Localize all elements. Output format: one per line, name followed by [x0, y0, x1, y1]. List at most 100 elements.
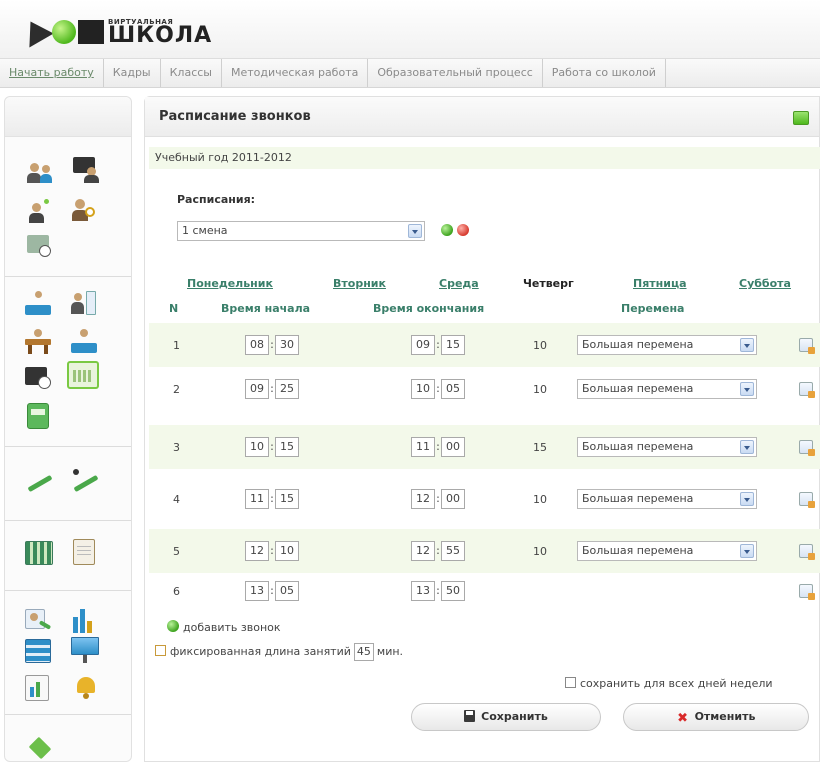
schedule-table-icon[interactable]: [25, 639, 53, 665]
start-time-field: 11:15: [245, 489, 299, 509]
add-person-icon[interactable]: [27, 199, 55, 225]
logo-main-text: ШКОЛА: [108, 23, 213, 48]
teacher-search-icon[interactable]: [71, 197, 99, 223]
start-minute-input[interactable]: 10: [275, 541, 299, 561]
pencil-music-icon[interactable]: [71, 469, 99, 495]
home-icon[interactable]: [27, 733, 55, 760]
start-hour-input[interactable]: 08: [245, 335, 269, 355]
end-hour-input[interactable]: 13: [411, 581, 435, 601]
schedule-select[interactable]: 1 смена: [177, 221, 425, 241]
chart-report-icon[interactable]: [25, 675, 53, 701]
nav-methodical[interactable]: Методическая работа: [222, 59, 369, 87]
fixed-length-label: фиксированная длина занятий: [170, 645, 351, 658]
end-hour-input[interactable]: 11: [411, 437, 435, 457]
edit-row-icon[interactable]: [799, 544, 815, 560]
row-number: 1: [173, 339, 180, 352]
presentation-icon[interactable]: [71, 637, 99, 663]
nav-educational[interactable]: Образовательный процесс: [368, 59, 543, 87]
fixed-length-checkbox[interactable]: [155, 645, 166, 656]
panel-action-button[interactable]: [793, 111, 809, 125]
break-type-select[interactable]: Большая перемена: [577, 489, 757, 509]
break-type-select[interactable]: Большая перемена: [577, 379, 757, 399]
board-teacher-icon[interactable]: [73, 157, 101, 183]
edit-row-icon[interactable]: [799, 492, 815, 508]
start-minute-input[interactable]: 05: [275, 581, 299, 601]
break-type-select[interactable]: Большая перемена: [577, 335, 757, 355]
start-time-field: 08:30: [245, 335, 299, 355]
nav-classes[interactable]: Классы: [161, 59, 222, 87]
tab-monday[interactable]: Понедельник: [187, 277, 273, 290]
edit-row-icon[interactable]: [799, 338, 815, 354]
save-all-days-checkbox[interactable]: [565, 677, 576, 688]
start-hour-input[interactable]: 11: [245, 489, 269, 509]
edit-row-icon[interactable]: [799, 584, 815, 600]
logo-triangle: [18, 14, 54, 48]
table-row: 6 13:05 13:50: [149, 573, 820, 609]
add-bell-link[interactable]: добавить звонок: [167, 619, 281, 634]
start-time-field: 10:15: [245, 437, 299, 457]
close-icon: ✖: [677, 711, 689, 726]
break-type-value: Большая перемена: [582, 440, 694, 453]
calendar-icon[interactable]: [67, 361, 101, 391]
tab-saturday[interactable]: Суббота: [739, 277, 791, 290]
start-minute-input[interactable]: 15: [275, 489, 299, 509]
end-minute-input[interactable]: 00: [441, 437, 465, 457]
schedule-select-value: 1 смена: [182, 224, 228, 237]
end-minute-input[interactable]: 15: [441, 335, 465, 355]
tab-tuesday[interactable]: Вторник: [333, 277, 386, 290]
bell-icon[interactable]: [73, 673, 101, 699]
row-number: 6: [173, 585, 180, 598]
class-list-icon[interactable]: [71, 291, 99, 317]
break-type-select[interactable]: Большая перемена: [577, 541, 757, 561]
end-time-field: 09:15: [411, 335, 465, 355]
board-clock-icon[interactable]: [25, 367, 53, 393]
edit-row-icon[interactable]: [799, 440, 815, 456]
bar-chart-icon[interactable]: [71, 607, 99, 633]
start-hour-input[interactable]: 10: [245, 437, 269, 457]
start-hour-input[interactable]: 13: [245, 581, 269, 601]
spreadsheet-icon[interactable]: [25, 541, 53, 567]
break-type-select[interactable]: Большая перемена: [577, 437, 757, 457]
end-hour-input[interactable]: 10: [411, 379, 435, 399]
save-button[interactable]: Сохранить: [411, 703, 601, 731]
nav-staff[interactable]: Кадры: [104, 59, 161, 87]
end-minute-input[interactable]: 55: [441, 541, 465, 561]
add-schedule-icon[interactable]: [441, 224, 453, 236]
start-minute-input[interactable]: 30: [275, 335, 299, 355]
end-hour-input[interactable]: 12: [411, 541, 435, 561]
start-hour-input[interactable]: 12: [245, 541, 269, 561]
pencil-abc-icon[interactable]: [25, 469, 53, 495]
sidebar-group-reports: [5, 521, 131, 591]
break-type-value: Большая перемена: [582, 544, 694, 557]
end-hour-input[interactable]: 09: [411, 335, 435, 355]
tab-friday[interactable]: Пятница: [633, 277, 687, 290]
lesson-length-input[interactable]: 45: [353, 643, 374, 661]
cancel-button[interactable]: ✖ Отменить: [623, 703, 809, 731]
end-minute-input[interactable]: 50: [441, 581, 465, 601]
logo-ball: [52, 20, 76, 44]
start-hour-input[interactable]: 09: [245, 379, 269, 399]
people-icon[interactable]: [27, 161, 55, 187]
schedules-label: Расписания:: [177, 193, 256, 206]
group-icon[interactable]: [71, 329, 99, 355]
remove-schedule-icon[interactable]: [457, 224, 469, 236]
end-minute-input[interactable]: 00: [441, 489, 465, 509]
table-row: 5 12:10 12:55 10 Большая перемена: [149, 529, 820, 573]
end-time-field: 12:55: [411, 541, 465, 561]
end-hour-input[interactable]: 12: [411, 489, 435, 509]
nav-school-work[interactable]: Работа со школой: [543, 59, 666, 87]
org-chart-icon[interactable]: [25, 291, 53, 317]
start-minute-input[interactable]: 15: [275, 437, 299, 457]
desk-icon[interactable]: [25, 329, 53, 355]
person-chart-icon[interactable]: [25, 609, 53, 635]
edit-row-icon[interactable]: [799, 382, 815, 398]
gradebook-icon[interactable]: [27, 403, 55, 429]
nav-start-work[interactable]: Начать работу: [0, 59, 104, 87]
tab-wednesday[interactable]: Среда: [439, 277, 479, 290]
schedule-clock-icon[interactable]: [27, 235, 55, 261]
start-minute-input[interactable]: 25: [275, 379, 299, 399]
end-time-field: 11:00: [411, 437, 465, 457]
logo-square: [78, 20, 104, 44]
document-icon[interactable]: [71, 539, 99, 565]
end-minute-input[interactable]: 05: [441, 379, 465, 399]
